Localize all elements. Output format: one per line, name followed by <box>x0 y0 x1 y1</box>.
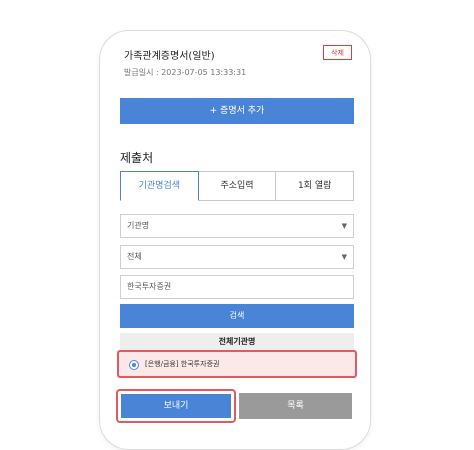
submit-tabs: 기관명검색 주소입력 1회 열람 <box>120 171 355 201</box>
search-input-value: 한국투자증권 <box>127 282 172 291</box>
send-button-highlight: 보내기 <box>116 389 236 423</box>
search-button[interactable]: 검색 <box>120 304 354 328</box>
chevron-down-icon: ▼ <box>341 253 347 261</box>
tab-one-time-view[interactable]: 1회 열람 <box>275 171 355 201</box>
radio-selected-icon[interactable] <box>129 360 139 370</box>
certificate-title: 가족관계증명서(일반) <box>124 51 215 62</box>
institution-select[interactable]: 기관명 ▼ <box>120 214 354 238</box>
results-header: 전체기관명 <box>120 333 354 351</box>
list-button[interactable]: 목록 <box>239 393 352 419</box>
result-item[interactable]: [은행/금융] 한국투자증권 <box>117 350 357 378</box>
tab-institution-search[interactable]: 기관명검색 <box>120 171 199 201</box>
phone-frame: 가족관계증명서(일반) 발급일시 : 2023-07-05 13:33:31 삭… <box>99 30 371 450</box>
delete-button[interactable]: 삭제 <box>323 45 352 60</box>
category-select-value: 전체 <box>127 252 142 261</box>
category-select[interactable]: 전체 ▼ <box>120 245 354 269</box>
send-button[interactable]: 보내기 <box>121 394 231 418</box>
add-certificate-button[interactable]: + 증명서 추가 <box>120 98 354 124</box>
institution-search-input[interactable]: 한국투자증권 <box>120 275 354 299</box>
certificate-card: 가족관계증명서(일반) 발급일시 : 2023-07-05 13:33:31 삭… <box>100 31 370 85</box>
chevron-down-icon: ▼ <box>341 222 347 230</box>
institution-select-value: 기관명 <box>127 221 150 230</box>
submit-section-title: 제출처 <box>120 151 154 165</box>
tab-address-input[interactable]: 주소입력 <box>197 171 277 201</box>
issued-datetime: 발급일시 : 2023-07-05 13:33:31 <box>124 68 247 77</box>
result-item-label: [은행/금융] 한국투자증권 <box>145 360 220 368</box>
